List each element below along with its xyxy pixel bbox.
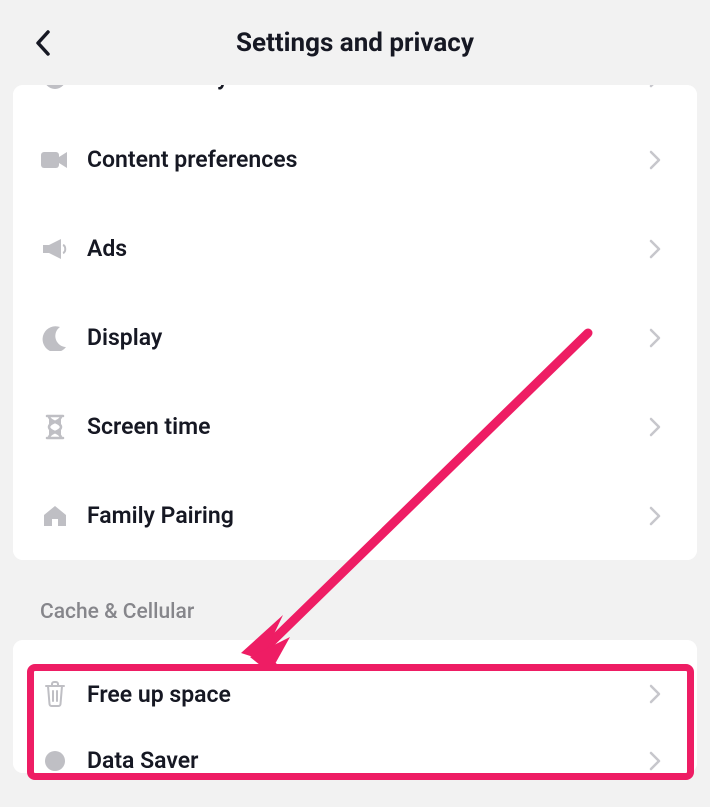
display-row[interactable]: Display [13,293,697,382]
cache-cellular-header: Cache & Cellular [0,560,710,640]
chevron-right-icon [649,506,669,526]
row-label: Content preferences [87,146,649,173]
chevron-left-icon [34,29,52,57]
chevron-right-icon [649,150,669,170]
chevron-right-icon [649,239,669,259]
chevron-right-icon [649,85,669,88]
trash-icon [41,680,69,708]
family-pairing-row[interactable]: Family Pairing [13,471,697,560]
row-label: Display [87,324,649,351]
chevron-right-icon [649,751,669,771]
ads-row[interactable]: Ads [13,204,697,293]
watch-history-row[interactable]: Watch history [13,85,697,115]
row-label: Free up space [87,681,649,708]
video-icon [41,146,69,174]
back-button[interactable] [28,28,58,58]
home-icon [41,502,69,530]
row-label: Watch history [87,85,649,91]
chevron-right-icon [649,417,669,437]
cache-cellular-section: Free up space Data Saver [13,640,697,773]
row-label: Ads [87,235,649,262]
data-icon [41,748,69,773]
chevron-right-icon [649,684,669,704]
content-activity-section: Watch history Content preferences Ads Di… [13,85,697,560]
free-up-space-row[interactable]: Free up space [13,640,697,748]
header-bar: Settings and privacy [0,0,710,85]
screen-time-row[interactable]: Screen time [13,382,697,471]
row-label: Data Saver [87,748,649,773]
row-label: Screen time [87,413,649,440]
row-label: Family Pairing [87,502,649,529]
data-saver-row[interactable]: Data Saver [13,748,697,773]
hourglass-icon [41,413,69,441]
content-preferences-row[interactable]: Content preferences [13,115,697,204]
moon-icon [41,324,69,352]
chevron-right-icon [649,328,669,348]
megaphone-icon [41,235,69,263]
page-title: Settings and privacy [236,28,474,58]
clock-icon [41,85,69,92]
